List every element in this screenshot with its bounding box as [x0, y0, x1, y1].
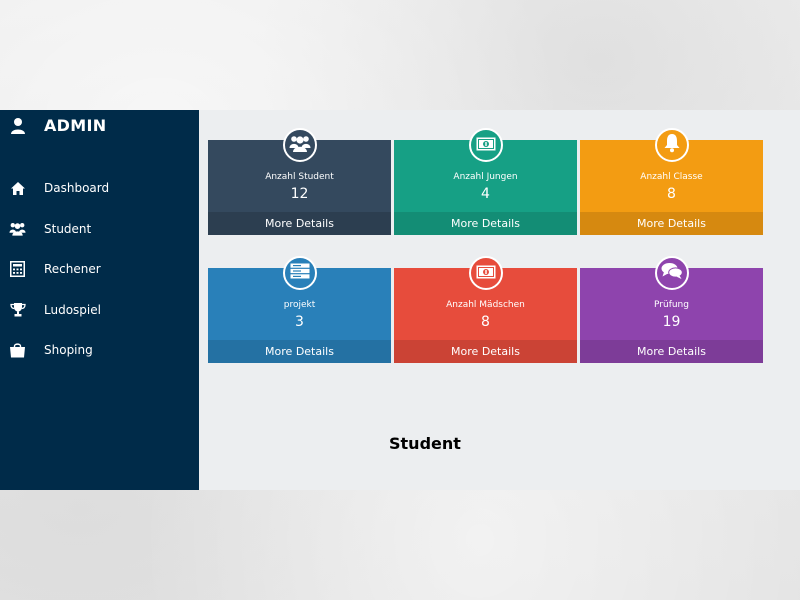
card-anzahl-student: Anzahl Student 12 More Details [208, 128, 391, 235]
sidebar-item-label: Student [44, 221, 92, 236]
card-anzahl-jungen: Anzahl Jungen 4 More Details [394, 128, 577, 235]
sidebar-item-label: Shoping [44, 343, 93, 358]
sidebar-item-shoping[interactable]: Shoping [0, 330, 199, 371]
comments-icon [661, 262, 683, 284]
users-icon [289, 134, 311, 156]
card-label: Anzahl Classe [640, 172, 703, 182]
card-prufung: Prüfung 19 More Details [580, 256, 763, 363]
sidebar-item-ludospiel[interactable]: Ludospiel [0, 290, 199, 331]
server-icon [290, 263, 310, 283]
card-label: projekt [283, 300, 316, 310]
card-anzahl-madschen: Anzahl Mädschen 8 More Details [394, 256, 577, 363]
bell-icon [663, 133, 681, 157]
sidebar-nav: Dashboard Student Rechener Ludospiel Sho… [0, 168, 199, 371]
card-label: Anzahl Student [265, 172, 334, 182]
card-icon-money [468, 256, 503, 290]
card-value: 12 [290, 186, 309, 202]
sidebar-item-dashboard[interactable]: Dashboard [0, 168, 199, 209]
sidebar-item-label: Ludospiel [44, 302, 101, 317]
card-icon-users [282, 128, 317, 162]
money-icon [476, 136, 496, 155]
sidebar-item-label: Rechener [44, 262, 101, 277]
shopping-bag-icon [9, 342, 26, 359]
app-window: ADMIN Dashboard Student Rechener Ludospi… [0, 110, 800, 490]
card-value: 4 [481, 186, 490, 202]
more-details-link[interactable]: More Details [580, 212, 763, 235]
card-label: Prüfung [654, 300, 689, 310]
brand: ADMIN [10, 116, 106, 135]
trophy-icon [9, 301, 26, 318]
home-icon [9, 180, 26, 197]
card-icon-comments [654, 256, 689, 290]
card-value: 8 [481, 314, 490, 330]
card-label: Anzahl Jungen [453, 172, 518, 182]
brand-title: ADMIN [44, 116, 107, 135]
sidebar-item-label: Dashboard [44, 181, 110, 196]
user-icon [10, 117, 26, 135]
card-icon-bell [654, 128, 689, 162]
users-icon [9, 220, 26, 237]
more-details-link[interactable]: More Details [394, 340, 577, 363]
main-content: Anzahl Student 12 More Details Anzahl Ju… [199, 110, 800, 490]
more-details-link[interactable]: More Details [208, 212, 391, 235]
more-details-link[interactable]: More Details [394, 212, 577, 235]
more-details-link[interactable]: More Details [580, 340, 763, 363]
more-details-link[interactable]: More Details [208, 340, 391, 363]
sidebar: ADMIN Dashboard Student Rechener Ludospi… [0, 110, 199, 490]
card-anzahl-classe: Anzahl Classe 8 More Details [580, 128, 763, 235]
card-icon-money [468, 128, 503, 162]
card-value: 19 [662, 314, 681, 330]
sidebar-item-rechener[interactable]: Rechener [0, 249, 199, 290]
money-icon [476, 264, 496, 283]
calculator-icon [9, 261, 26, 278]
card-value: 3 [295, 314, 304, 330]
card-value: 8 [667, 186, 676, 202]
card-projekt: projekt 3 More Details [208, 256, 391, 363]
card-label: Anzahl Mädschen [446, 300, 525, 310]
card-icon-server [282, 256, 317, 290]
stats-grid: Anzahl Student 12 More Details Anzahl Ju… [208, 128, 763, 363]
sidebar-item-student[interactable]: Student [0, 209, 199, 250]
section-title: Student [389, 434, 461, 453]
